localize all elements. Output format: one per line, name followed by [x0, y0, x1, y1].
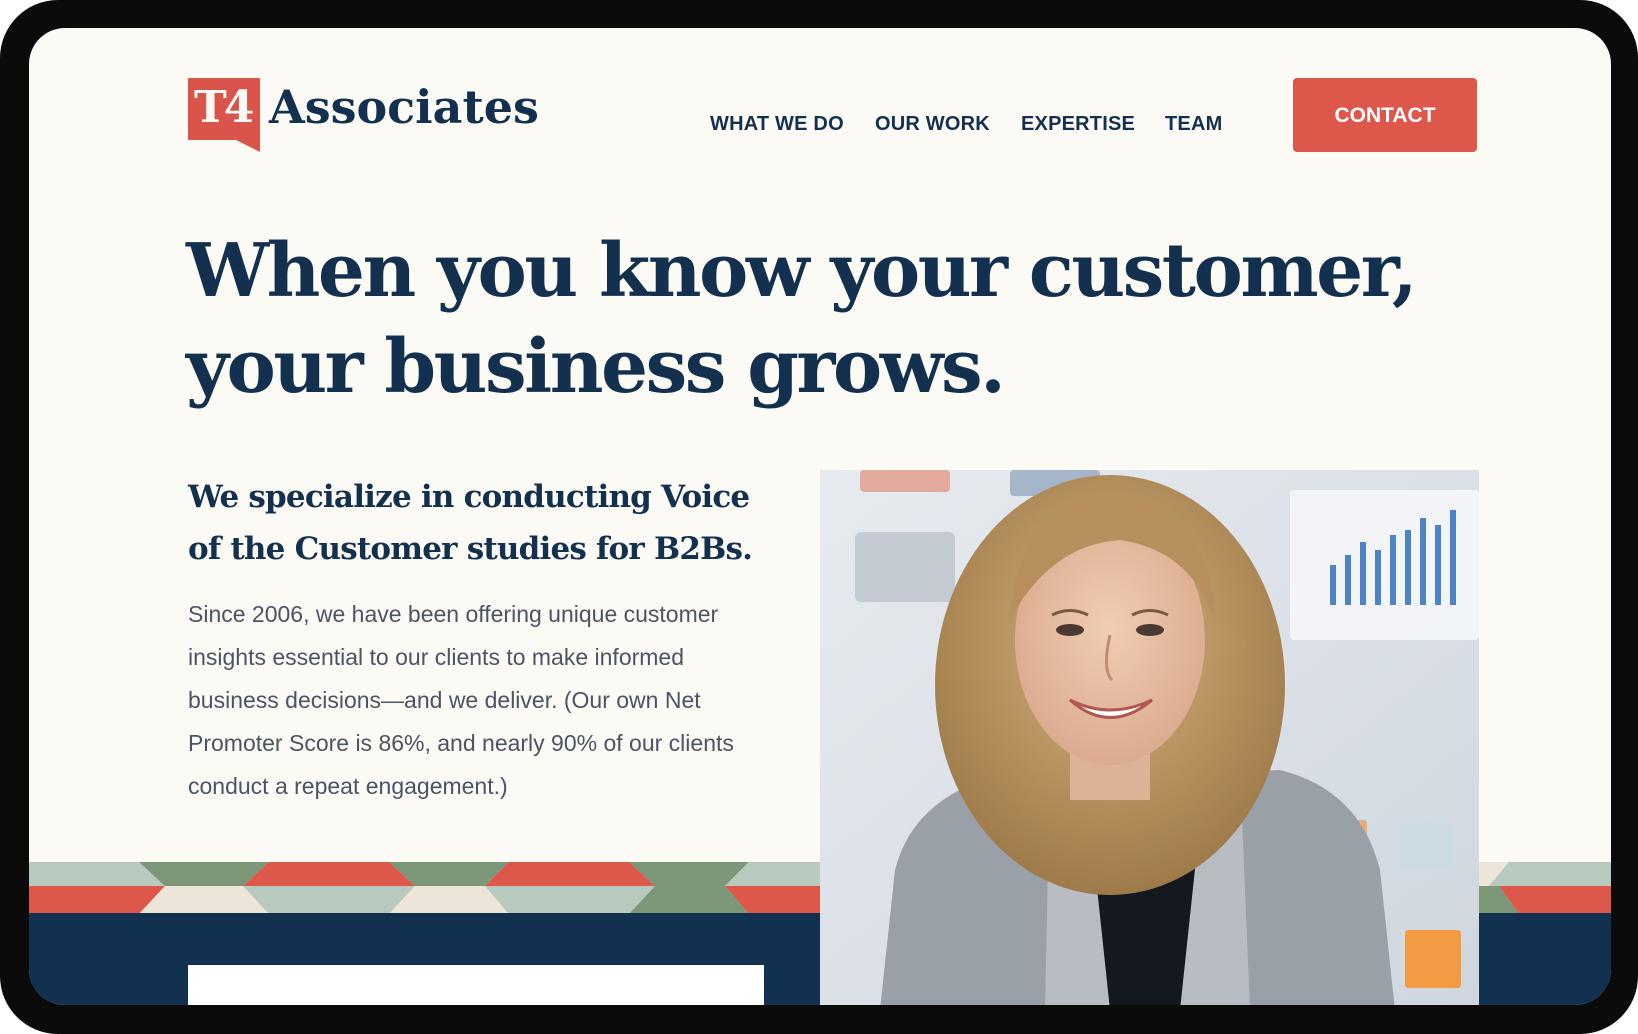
browser-viewport: T4 Associates WHAT WE DO OUR WORK EXPERT…	[29, 28, 1611, 1005]
logo-mark: T4	[188, 78, 260, 152]
nav-item-what-we-do[interactable]: WHAT WE DO	[710, 104, 844, 144]
hero-subheading: We specialize in conducting Voice of the…	[188, 479, 753, 567]
hero-headline-line-2: your business grows.	[186, 324, 1006, 410]
nav-item-expertise[interactable]: EXPERTISE	[1021, 104, 1135, 144]
logo-wordmark: Associates	[269, 80, 539, 134]
hero-photo	[820, 470, 1479, 1005]
hero-headline: When you know your customer, your busine…	[186, 223, 1486, 415]
white-card	[188, 965, 764, 1005]
nav-item-our-work[interactable]: OUR WORK	[875, 104, 990, 144]
contact-button[interactable]: CONTACT	[1293, 78, 1477, 152]
hero-headline-line-1: When you know your customer,	[186, 228, 1418, 314]
nav-item-team[interactable]: TEAM	[1165, 104, 1222, 144]
hero-body-text: Since 2006, we have been offering unique…	[188, 601, 734, 799]
logo-mark-text: T4	[194, 82, 254, 133]
device-frame: T4 Associates WHAT WE DO OUR WORK EXPERT…	[0, 0, 1638, 1034]
